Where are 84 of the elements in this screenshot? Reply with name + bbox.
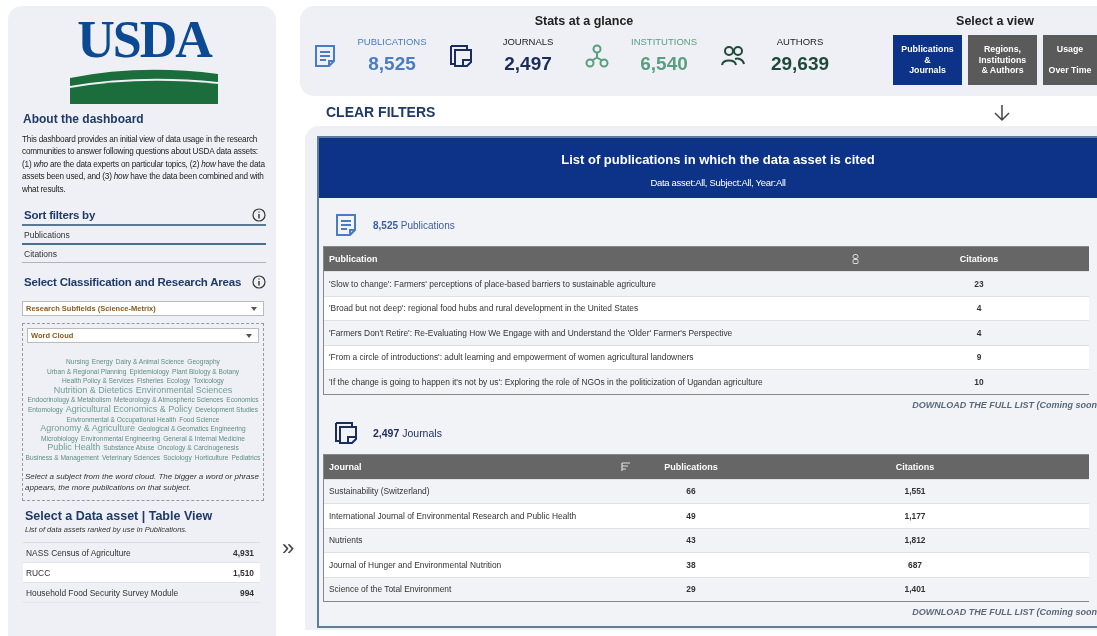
data-asset-row[interactable]: NASS Census of Agriculture 4,931 bbox=[23, 542, 260, 563]
asset-name: Household Food Security Survey Module bbox=[26, 587, 179, 598]
document-icon bbox=[312, 42, 338, 69]
section-heading: About the dashboard bbox=[23, 112, 145, 126]
asset-count: 1,510 bbox=[233, 567, 254, 578]
asset-count: 994 bbox=[240, 587, 254, 598]
download-link[interactable]: DOWNLOAD THE FULL LIST (Coming soon bbox=[323, 394, 1097, 410]
sort-option[interactable]: Publications bbox=[22, 226, 266, 246]
table-cell-text: 49 bbox=[685, 510, 697, 521]
stat-value: 2,497 bbox=[504, 53, 552, 75]
view-button[interactable]: Usage Over Time bbox=[1043, 35, 1097, 85]
table-cell-text: 43 bbox=[685, 535, 697, 546]
info-icon bbox=[252, 275, 266, 290]
filter-summary: Data asset:All, Subject:All, Year:All bbox=[650, 177, 786, 188]
table-cell-text: 687 bbox=[907, 559, 923, 570]
section-heading: Select Classification and Research Areas bbox=[24, 276, 242, 289]
count-label: 2,497 Journals bbox=[373, 426, 442, 439]
table-cell-text: 'Farmers Don't Retire': Re-Evaluating How We Engage with and Understand the 'Older' Farmer's Perspective bbox=[328, 327, 734, 338]
clear-filters-button[interactable]: CLEAR FILTERS bbox=[326, 104, 436, 120]
table-cell-text: 'If the change is going to happen it's not by us': Exploring the role of NGOs in the politicization of Ugandan agriculture bbox=[328, 376, 764, 387]
logo-wordmark: USDA bbox=[77, 16, 211, 64]
stat-value: 29,639 bbox=[770, 53, 830, 75]
stat-value: 6,540 bbox=[640, 53, 688, 75]
section-heading: Sort filters by bbox=[24, 209, 96, 222]
word-cloud-term[interactable]: Nutrition & Dietetics bbox=[53, 385, 133, 396]
view-button[interactable]: Publications & Journals bbox=[893, 35, 962, 85]
column-header: Publications bbox=[664, 461, 718, 472]
section-heading: Select a Data asset | Table View bbox=[24, 508, 214, 523]
down-arrow-icon bbox=[993, 104, 1011, 122]
table-cell-text: 38 bbox=[685, 559, 697, 570]
table-cell-text: 4 bbox=[975, 303, 983, 314]
column-header: Journal bbox=[329, 461, 362, 472]
panel-title: Select a view bbox=[955, 14, 1035, 28]
data-asset-row[interactable]: Household Food Security Survey Module 994 bbox=[23, 582, 260, 603]
document-icon bbox=[333, 212, 359, 238]
info-icon bbox=[252, 208, 266, 223]
column-header: Citations bbox=[959, 254, 999, 264]
word-cloud-term[interactable]: Agricultural Economics & Policy bbox=[65, 405, 193, 415]
about-paragraph: This dashboard provides an initial view of data usage in the research communities to answer following questions about USDA data assets: (1) who are the data experts on particular topics, (2) how have the data assets been used, and (3) how have the data been combined and with what results. bbox=[22, 134, 266, 196]
word-cloud-term[interactable]: Public Health bbox=[47, 443, 101, 453]
table-cell-text: International Journal of Environmental Research and Public Health bbox=[328, 510, 578, 521]
stat-label: INSTITUTIONS bbox=[631, 36, 697, 47]
panel-title: Stats at a glance bbox=[533, 14, 635, 28]
stat-label: AUTHORS bbox=[776, 36, 824, 47]
table-cell-text: 'Broad but not deep': regional food hubs and rural development in the United States bbox=[328, 303, 640, 314]
asset-count: 4,931 bbox=[233, 547, 254, 558]
hint-text: Select a subject from the word cloud. The bigger a word or phrase appears, the more publications on that subject. bbox=[24, 470, 260, 494]
expand-button[interactable]: » bbox=[281, 538, 295, 558]
table-cell-text: 66 bbox=[685, 486, 697, 497]
caret-icon bbox=[246, 333, 252, 338]
count-label: 8,525 Publications bbox=[373, 219, 455, 231]
table-cell-text: Science of the Total Environment bbox=[328, 584, 453, 595]
table-cell-text: 9 bbox=[975, 352, 983, 363]
column-header: Publication bbox=[329, 254, 378, 264]
stat-label: JOURNALS bbox=[502, 36, 554, 47]
asset-name: NASS Census of Agriculture bbox=[26, 547, 131, 558]
network-icon bbox=[584, 42, 610, 69]
table-cell-text: 4 bbox=[975, 327, 983, 338]
data-asset-row[interactable]: RUCC 1,510 bbox=[23, 562, 260, 583]
table-cell-text: 23 bbox=[973, 278, 985, 289]
word-cloud-term[interactable]: Agronomy & Agriculture bbox=[40, 424, 135, 434]
view-button[interactable]: Regions, Institutions & Authors bbox=[968, 35, 1037, 85]
table-cell-text: 1,177 bbox=[903, 510, 927, 521]
word-cloud-term[interactable]: Environmental Sciences bbox=[135, 385, 233, 396]
stat-label: PUBLICATIONS bbox=[357, 36, 427, 47]
table-cell-text: 'From a circle of introductions': adult learning and empowerment of women agricultural landowners bbox=[328, 352, 695, 363]
table-cell-text: 1,812 bbox=[903, 535, 927, 546]
stacked-pages-icon bbox=[333, 419, 359, 446]
table-cell-text: 1,401 bbox=[903, 584, 927, 595]
table-cell-text: 10 bbox=[973, 376, 985, 387]
stat-value: 8,525 bbox=[368, 53, 416, 75]
column-header: Citations bbox=[895, 461, 935, 472]
download-link[interactable]: DOWNLOAD THE FULL LIST (Coming soon bbox=[323, 602, 1097, 617]
caret-icon bbox=[251, 306, 257, 311]
card-title: List of publications in which the data asset is cited bbox=[561, 152, 875, 167]
asset-name: RUCC bbox=[26, 567, 51, 578]
table-cell-text: 1,551 bbox=[903, 486, 927, 497]
stacked-pages-icon bbox=[448, 42, 474, 69]
table-cell-text: Nutrients bbox=[328, 535, 364, 546]
table-cell-text: Journal of Hunger and Environmental Nutrition bbox=[328, 559, 503, 570]
table-cell-text: Sustainability (Switzerland) bbox=[328, 486, 431, 497]
sort-option[interactable]: Citations bbox=[22, 245, 266, 264]
table-cell-text: 29 bbox=[685, 584, 697, 595]
table-cell-text: 'Slow to change': Farmers' perceptions of place-based barriers to sustainable agriculture bbox=[328, 278, 657, 289]
